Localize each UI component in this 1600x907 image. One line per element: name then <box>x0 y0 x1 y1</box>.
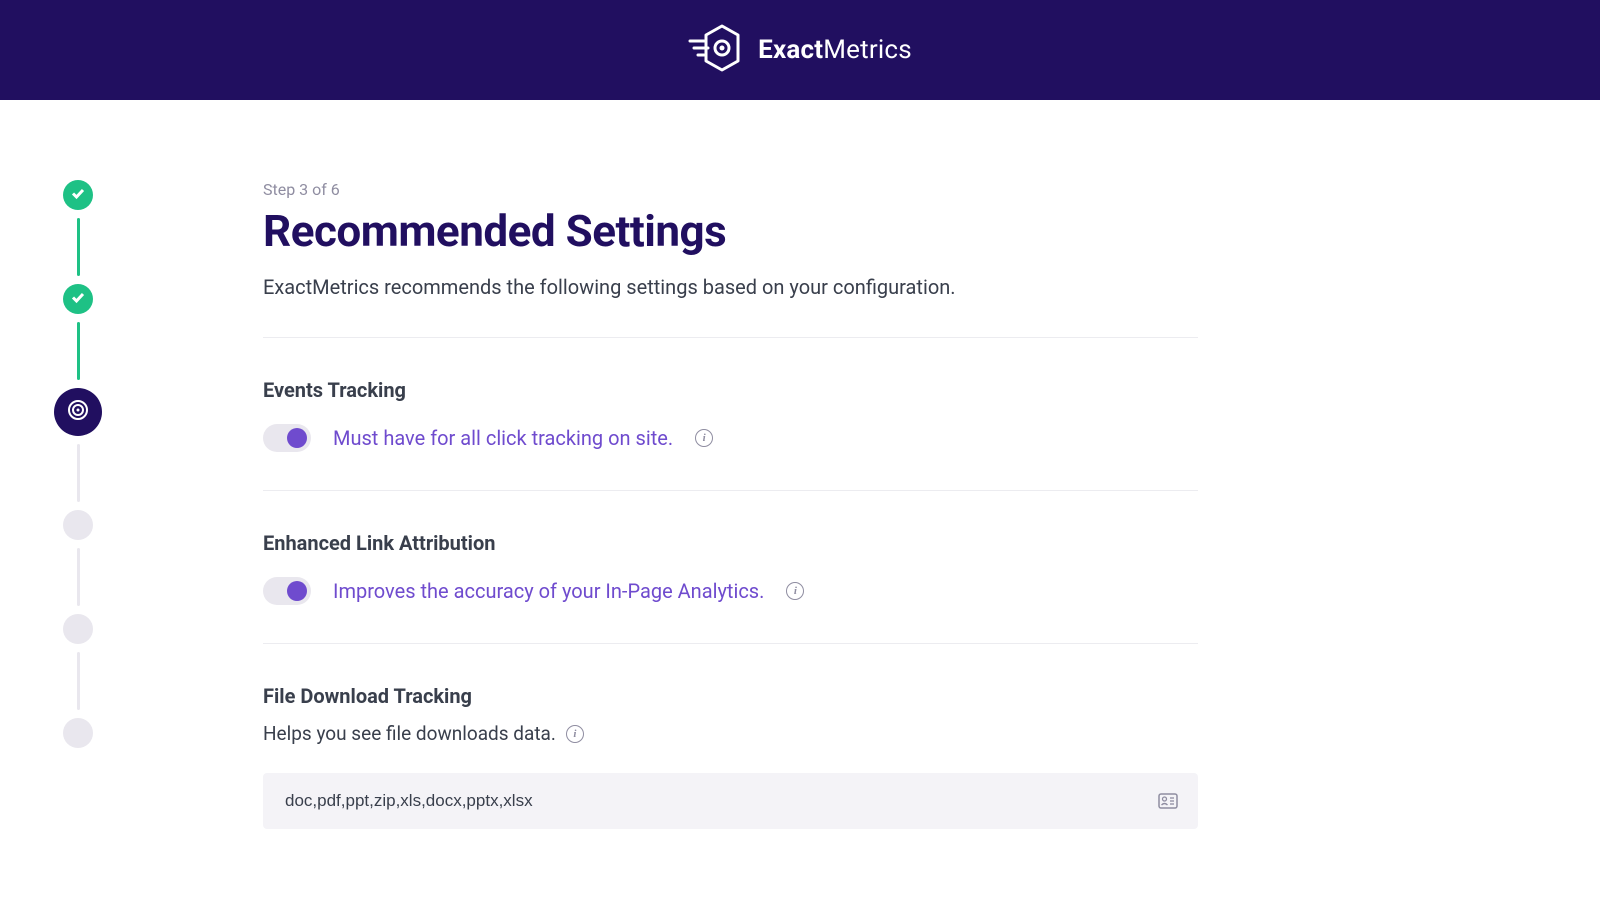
toggle-knob <box>287 428 307 448</box>
target-icon <box>66 398 90 426</box>
page-subtitle: ExactMetrics recommends the following se… <box>263 275 1198 299</box>
info-icon[interactable]: i <box>695 429 713 447</box>
brand-logo: ExactMetrics <box>688 24 912 76</box>
events-tracking-section: Events Tracking Must have for all click … <box>263 338 1198 490</box>
step-indicator: Step 3 of 6 <box>263 180 1198 199</box>
setting-subtitle: Helps you see file downloads data. <box>263 722 556 745</box>
step-2-completed[interactable] <box>63 284 93 314</box>
check-icon <box>70 185 86 205</box>
file-download-section: File Download Tracking Helps you see fil… <box>263 644 1198 867</box>
info-icon[interactable]: i <box>786 582 804 600</box>
main-content: Step 3 of 6 Recommended Settings ExactMe… <box>263 180 1198 867</box>
hexagon-target-icon <box>688 24 744 76</box>
setting-description: Improves the accuracy of your In-Page An… <box>333 579 764 603</box>
setting-title: Events Tracking <box>263 378 1198 402</box>
toggle-knob <box>287 581 307 601</box>
step-1-completed[interactable] <box>63 180 93 210</box>
setting-title: File Download Tracking <box>263 684 1198 708</box>
step-connector <box>77 218 80 276</box>
setting-description: Must have for all click tracking on site… <box>333 426 673 450</box>
step-connector <box>77 652 80 710</box>
enhanced-link-toggle[interactable] <box>263 577 311 605</box>
step-6-pending[interactable] <box>63 718 93 748</box>
brand-name: ExactMetrics <box>758 35 912 65</box>
setting-title: Enhanced Link Attribution <box>263 531 1198 555</box>
enhanced-link-section: Enhanced Link Attribution Improves the a… <box>263 491 1198 643</box>
step-5-pending[interactable] <box>63 614 93 644</box>
step-3-current[interactable] <box>54 388 102 436</box>
check-icon <box>70 289 86 309</box>
app-header: ExactMetrics <box>0 0 1600 100</box>
events-tracking-toggle[interactable] <box>263 424 311 452</box>
step-4-pending[interactable] <box>63 510 93 540</box>
info-icon[interactable]: i <box>566 725 584 743</box>
file-extensions-input[interactable] <box>263 773 1198 829</box>
wizard-stepper <box>48 180 108 867</box>
step-connector <box>77 322 80 380</box>
step-connector <box>77 444 80 502</box>
step-connector <box>77 548 80 606</box>
page-title: Recommended Settings <box>263 205 1198 257</box>
